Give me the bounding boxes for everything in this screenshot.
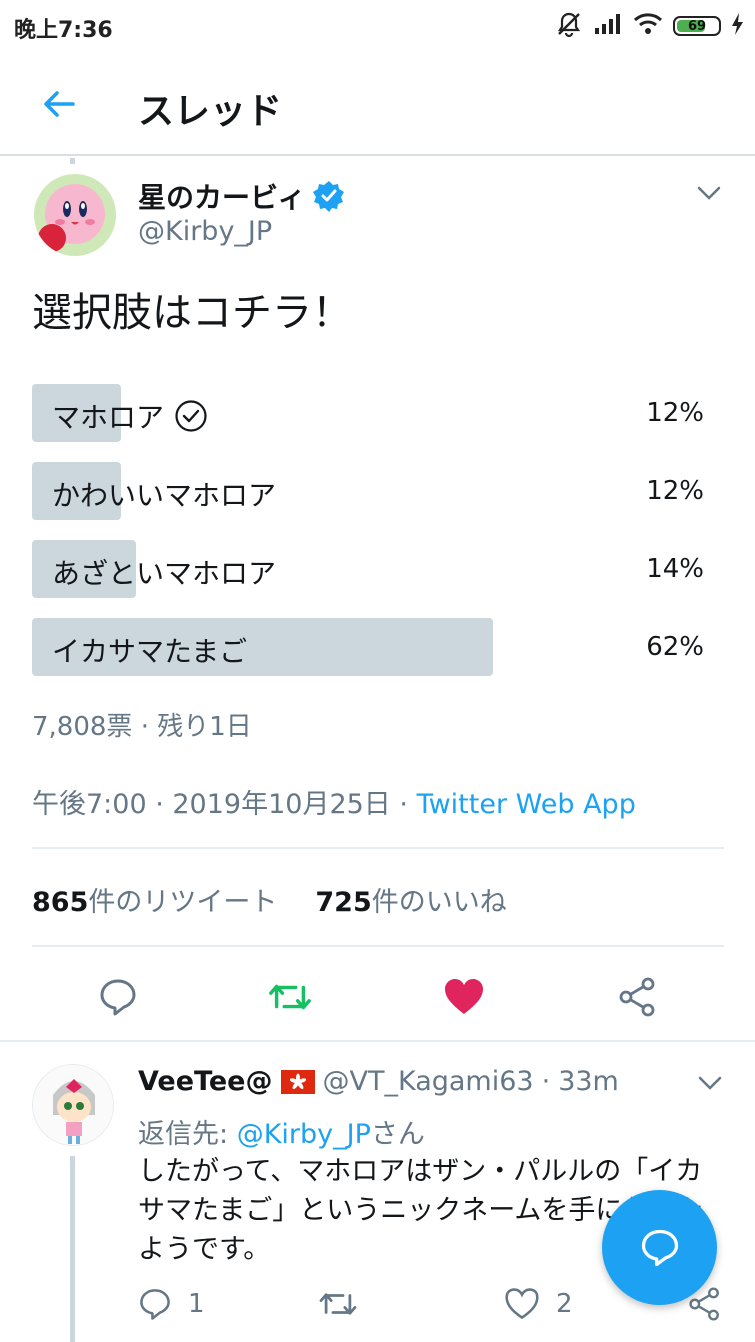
- poll-option: マホロア 12%: [32, 384, 708, 442]
- poll-option: かわいいマホロア 12%: [32, 462, 708, 520]
- retweet-button[interactable]: [318, 1282, 358, 1326]
- reply-icon: [140, 1289, 170, 1320]
- thread-line: [70, 1156, 75, 1342]
- like-button[interactable]: [442, 975, 486, 1019]
- poll-option: あざといマホロア 14%: [32, 540, 708, 598]
- tweet-stats: 865件のリツイート 725件のいいね: [32, 880, 507, 919]
- tweet-actions: [0, 965, 755, 1027]
- thread-line: [70, 158, 75, 164]
- retweet-button[interactable]: [268, 975, 312, 1019]
- poll-option-label: かわいいマホロア: [52, 479, 277, 512]
- poll-option-label: イカサマたまご: [52, 635, 248, 668]
- reply-button[interactable]: 1: [138, 1282, 205, 1326]
- author-name-text: 星のカービィ: [138, 181, 306, 214]
- back-button[interactable]: [30, 80, 88, 128]
- like-button[interactable]: 2: [504, 1282, 573, 1326]
- status-icons: 69: [555, 10, 745, 42]
- retweet-stat[interactable]: 865件のリツイート: [32, 880, 277, 919]
- status-time: 晚上7:36: [14, 18, 113, 43]
- reply-to-suffix: さん: [370, 1119, 425, 1150]
- time-separator: ·: [541, 1066, 551, 1097]
- heart-icon: [445, 979, 483, 1014]
- battery-level: 69: [687, 18, 707, 34]
- signal-icon: [593, 12, 623, 40]
- reply-header: VeeTee@ @VT_Kagami63 · 33m: [138, 1066, 619, 1097]
- like-stat[interactable]: 725件のいいね: [315, 880, 506, 919]
- divider: [32, 945, 724, 947]
- app-bar: スレッド: [0, 52, 755, 156]
- divider: [32, 847, 724, 849]
- reply-icon: [100, 979, 136, 1016]
- reply-to: 返信先: @Kirby_JPさん: [138, 1112, 425, 1151]
- compose-reply-icon: [641, 1229, 678, 1266]
- avatar[interactable]: [32, 1064, 114, 1146]
- source-link[interactable]: Twitter Web App: [417, 789, 636, 820]
- poll-meta: 7,808票 · 残り1日: [32, 712, 252, 742]
- reply-count: 1: [188, 1289, 205, 1319]
- retweet-icon: [319, 1293, 357, 1315]
- poll-option-label: あざといマホロア: [52, 557, 277, 590]
- retweet-count: 865: [32, 887, 89, 918]
- battery-icon: 69: [673, 16, 721, 36]
- reply-to-prefix: 返信先:: [138, 1119, 237, 1150]
- poll-option-label: マホロア: [52, 396, 208, 436]
- hong-kong-flag-icon: [280, 1069, 315, 1094]
- retweet-icon: [269, 984, 311, 1010]
- poll: マホロア 12% かわいいマホロア 12% あざといマホロア 14% イカサマた…: [32, 384, 708, 696]
- author-handle: @Kirby_JP: [138, 216, 273, 247]
- status-bar: 晚上7:36 69: [0, 0, 755, 52]
- like-count: 725: [315, 887, 372, 918]
- poll-option-text: マホロア: [52, 401, 165, 434]
- check-circle-icon: [175, 400, 207, 432]
- author-name[interactable]: VeeTee@: [138, 1066, 273, 1097]
- poll-option: イカサマたまご 62%: [32, 618, 708, 676]
- page-title: スレッド: [138, 91, 283, 132]
- timestamp-text: 午後7:00 · 2019年10月25日 ·: [32, 789, 417, 820]
- chevron-down-icon[interactable]: [694, 178, 724, 208]
- chevron-down-icon[interactable]: [695, 1068, 725, 1098]
- author-name[interactable]: 星のカービィ: [138, 176, 345, 216]
- share-button[interactable]: [616, 975, 660, 1019]
- mute-icon: [555, 10, 583, 42]
- reply-time: 33m: [558, 1066, 619, 1097]
- poll-option-percent: 12%: [646, 398, 704, 428]
- avatar[interactable]: [34, 174, 116, 256]
- tweet-header: 星のカービィ @Kirby_JP: [30, 170, 730, 260]
- verified-badge-icon: [313, 181, 345, 212]
- tweet-timestamp: 午後7:00 · 2019年10月25日 · Twitter Web App: [32, 782, 636, 821]
- heart-outline-icon: [505, 1288, 539, 1320]
- compose-reply-button[interactable]: [602, 1190, 717, 1305]
- tweet-text: 選択肢はコチラ！: [32, 290, 352, 336]
- poll-option-percent: 62%: [646, 632, 704, 662]
- like-label: 件のいいね: [371, 887, 507, 918]
- share-icon: [619, 977, 655, 1017]
- reply-button[interactable]: [96, 975, 140, 1019]
- like-count: 2: [556, 1289, 573, 1319]
- author-handle: @VT_Kagami63: [322, 1066, 534, 1097]
- wifi-icon: [633, 12, 663, 40]
- charging-icon: [731, 12, 745, 40]
- retweet-label: 件のリツイート: [88, 887, 278, 918]
- arrow-left-icon: [44, 91, 75, 117]
- mention-link[interactable]: @Kirby_JP: [237, 1119, 371, 1150]
- poll-option-percent: 12%: [646, 476, 704, 506]
- poll-option-percent: 14%: [646, 554, 704, 584]
